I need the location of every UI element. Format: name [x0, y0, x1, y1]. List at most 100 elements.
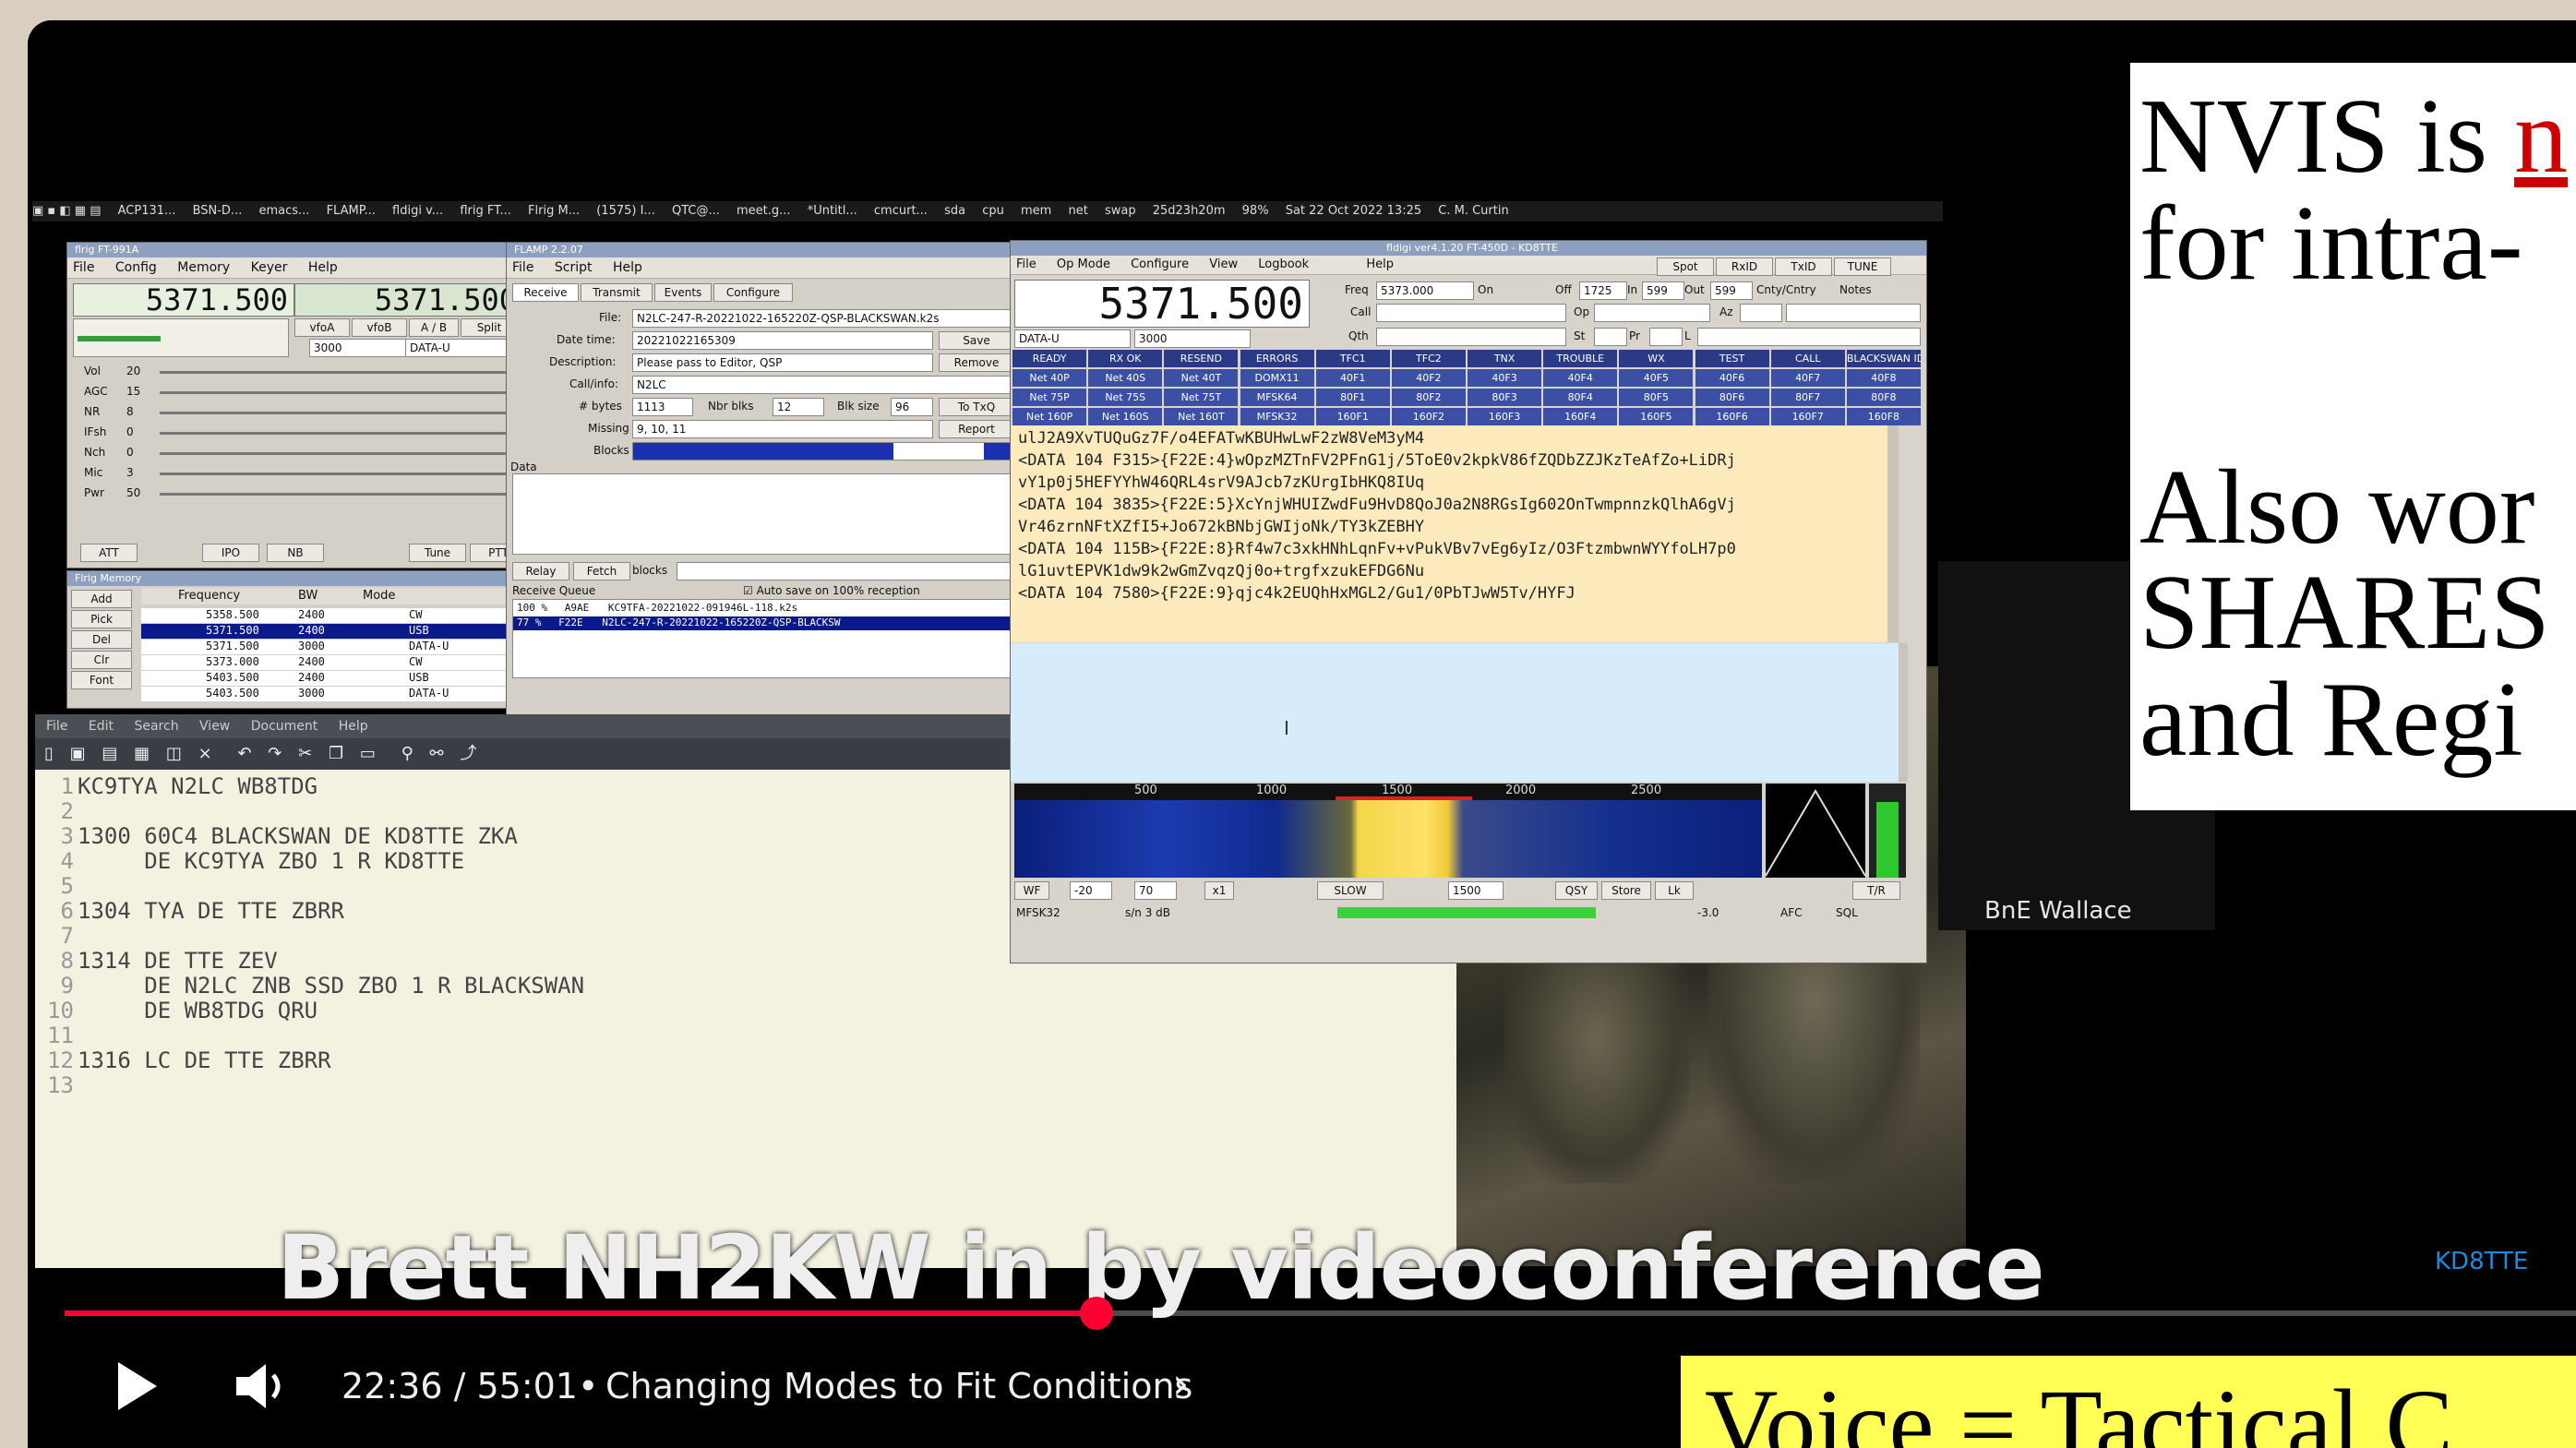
close-icon[interactable]: × [198, 744, 212, 763]
vfoa-button[interactable]: vfoA [294, 318, 350, 337]
tx-scrollbar[interactable] [1899, 643, 1908, 782]
txid-button[interactable]: TxID [1775, 257, 1832, 276]
macro-button[interactable]: READY [1012, 350, 1087, 367]
clear-button[interactable]: Clr [71, 651, 132, 669]
vfo-b-frequency[interactable]: 5371.500 [294, 283, 523, 317]
table-row[interactable]: 5403.500 2400 USB 60 [141, 671, 531, 686]
menu-help[interactable]: Help [339, 719, 368, 734]
qsy-button[interactable]: QSY [1555, 881, 1598, 900]
taskbar-item[interactable]: fldigi v... [392, 204, 443, 218]
play-button[interactable] [107, 1358, 162, 1414]
macro-button[interactable]: Net 160T [1164, 408, 1239, 425]
remove-button[interactable]: Remove [939, 353, 1014, 372]
taskbar-item[interactable]: FLAMP... [327, 204, 376, 218]
missing-field[interactable]: 9, 10, 11 [632, 420, 933, 438]
report-button[interactable]: Report [939, 420, 1014, 438]
menu-file[interactable]: File [512, 260, 533, 275]
macro-button[interactable]: DOMX11 [1240, 369, 1314, 387]
memory-titlebar[interactable]: Flrig Memory [67, 571, 531, 586]
table-row[interactable]: 5371.500 2400 USB 60 [141, 624, 531, 639]
macro-button[interactable]: TROUBLE [1543, 350, 1618, 367]
fldigi-frequency[interactable]: 5371.500 [1014, 280, 1310, 328]
slider-track[interactable] [160, 432, 510, 435]
macro-button[interactable]: 40F8 [1846, 369, 1921, 387]
macro-button[interactable]: 40F2 [1391, 369, 1466, 387]
copy-icon[interactable]: ❐ [329, 744, 343, 763]
menu-opmode[interactable]: Op Mode [1057, 257, 1110, 271]
paste-icon[interactable]: ▭ [360, 744, 376, 763]
list-item[interactable]: 100 % A9AE KC9TFA-20221022-091946L-118.k… [513, 602, 1012, 616]
tune-button[interactable]: Tune [409, 544, 466, 562]
redo-icon[interactable]: ↷ [268, 744, 282, 763]
macro-button[interactable]: 160F5 [1619, 408, 1694, 425]
macro-button[interactable]: 160F7 [1770, 408, 1845, 425]
off-field[interactable]: 1725 [1579, 281, 1627, 300]
macro-button[interactable]: TFC2 [1391, 350, 1466, 367]
menu-help[interactable]: Help [1366, 257, 1394, 271]
menu-file[interactable]: File [73, 260, 94, 275]
cut-icon[interactable]: ✂ [298, 744, 312, 763]
vfo-a-frequency[interactable]: 5371.500 [73, 283, 294, 317]
menu-document[interactable]: Document [251, 719, 318, 734]
relay-button[interactable]: Relay [512, 562, 569, 580]
wf-button[interactable]: WF [1014, 881, 1049, 900]
menu-view[interactable]: View [1209, 257, 1238, 271]
column-frequency[interactable]: Frequency [178, 588, 240, 604]
ab-button[interactable]: A / B [409, 318, 459, 337]
macro-button[interactable]: 80F7 [1770, 389, 1845, 406]
table-row[interactable]: 5373.000 2400 CW 60 [141, 655, 531, 670]
call-field[interactable] [1376, 304, 1566, 322]
macro-button[interactable]: 80F8 [1846, 389, 1921, 406]
macro-button[interactable]: Net 75T [1164, 389, 1239, 406]
chevron-right-icon[interactable]: › [1172, 1358, 1189, 1408]
macro-button[interactable]: Net 160P [1012, 408, 1087, 425]
macro-button[interactable]: CALL [1770, 350, 1845, 367]
undo-icon[interactable]: ↶ [237, 744, 251, 763]
wf-range-field[interactable]: 70 [1134, 881, 1177, 900]
taskbar-item[interactable]: *Untitl... [808, 204, 857, 218]
revert-icon[interactable]: ◫ [166, 744, 182, 763]
column-bw[interactable]: BW [298, 588, 318, 604]
op-field[interactable] [1594, 304, 1710, 322]
menu-configure[interactable]: Configure [1131, 257, 1189, 271]
taskbar-item[interactable]: emacs... [258, 204, 309, 218]
tab-transmit[interactable]: Transmit [581, 283, 653, 302]
blksize-field[interactable]: 96 [891, 398, 933, 416]
menu-view[interactable]: View [199, 719, 230, 734]
fldigi-titlebar[interactable]: fldigi ver4.1.20 FT-450D - KD8TTE [1011, 241, 1926, 256]
description-field[interactable]: Please pass to Editor, QSP [632, 353, 933, 372]
goto-icon[interactable]: ⤴ [460, 744, 476, 763]
taskbar-item[interactable]: BSN-D... [193, 204, 243, 218]
menu-keyer[interactable]: Keyer [251, 260, 288, 275]
fetch-button[interactable]: Fetch [573, 562, 630, 580]
font-button[interactable]: Font [71, 671, 132, 689]
vfob-button[interactable]: vfoB [352, 318, 407, 337]
out-field[interactable]: 599 [1710, 281, 1753, 300]
l-field[interactable] [1697, 328, 1921, 346]
macro-button[interactable]: 80F3 [1468, 389, 1542, 406]
transmit-pane[interactable]: I [1011, 643, 1899, 782]
delete-button[interactable]: Del [71, 630, 132, 649]
macro-button[interactable]: BLACKSWAN ID [1846, 350, 1921, 367]
volume-button[interactable] [229, 1358, 294, 1414]
wf-min-field[interactable]: -20 [1070, 881, 1112, 900]
ipo-button[interactable]: IPO [202, 544, 259, 562]
slider-row[interactable]: Nch 0 [71, 444, 527, 462]
bandwidth-select[interactable]: 3000 [309, 339, 407, 357]
macro-button[interactable]: Net 40P [1012, 369, 1087, 387]
blocks-field[interactable] [677, 562, 1014, 580]
macro-button[interactable]: 40F4 [1543, 369, 1618, 387]
rxid-button[interactable]: RxID [1716, 257, 1773, 276]
flrig-titlebar[interactable]: flrig FT-991A [67, 243, 531, 257]
taskbar-item[interactable]: Flrig M... [528, 204, 580, 218]
save-as-icon[interactable]: ▦ [134, 744, 150, 763]
new-file-icon[interactable]: ▯ [44, 744, 54, 763]
slider-row[interactable]: Vol 20 [71, 363, 527, 381]
macro-button[interactable]: 80F6 [1695, 389, 1769, 406]
tab-configure[interactable]: Configure [713, 283, 793, 302]
menu-search[interactable]: Search [134, 719, 178, 734]
slider-row[interactable]: Pwr 50 [71, 485, 527, 503]
macro-button[interactable]: WX [1619, 350, 1694, 367]
file-field[interactable]: N2LC-247-R-20221022-165220Z-QSP-BLACKSWA… [632, 309, 1016, 328]
macro-button[interactable]: MFSK32 [1240, 408, 1314, 425]
